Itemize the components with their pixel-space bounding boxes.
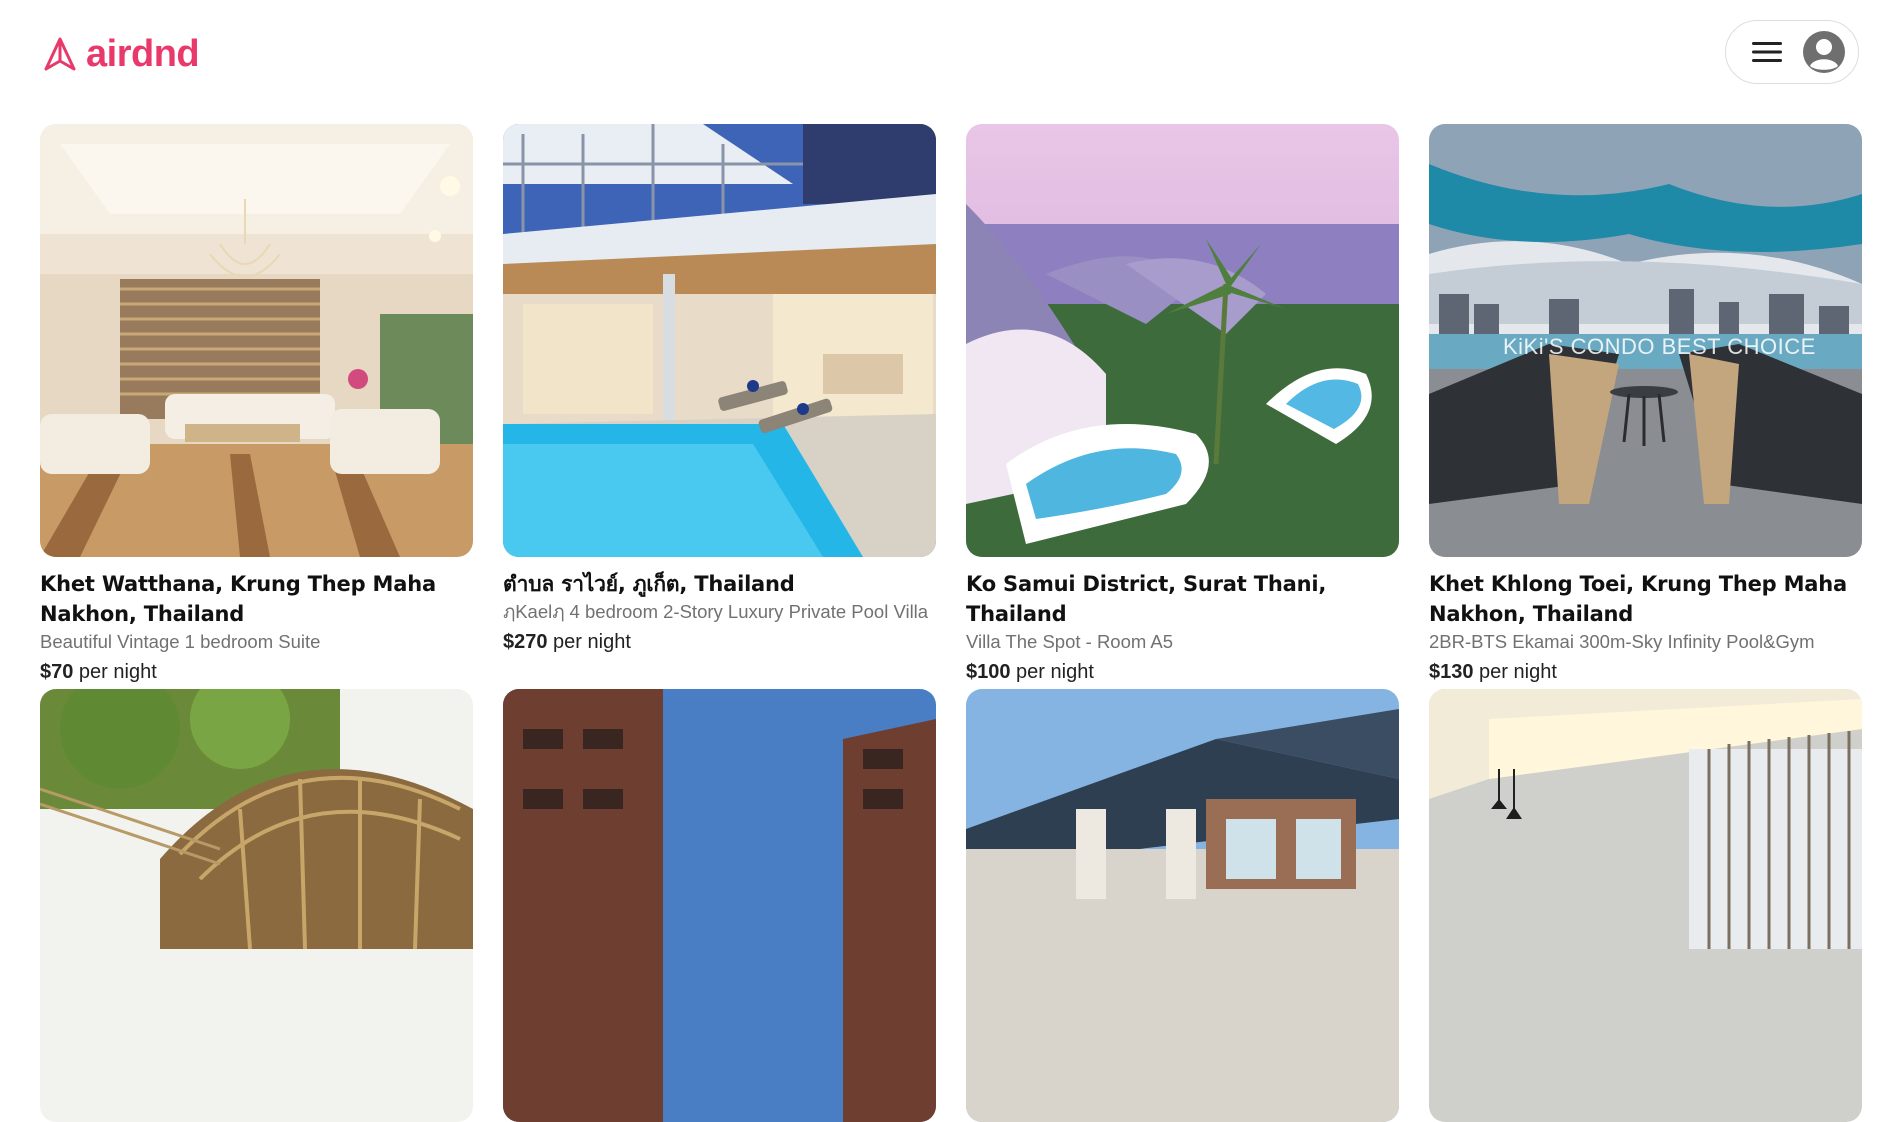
listing-photo[interactable] xyxy=(503,124,936,557)
listing-card[interactable]: KiKi'S CONDO BEST CHOICE Khet Khlong Toe… xyxy=(1429,124,1862,689)
user-menu-button[interactable] xyxy=(1725,20,1859,84)
modern-interior-photo xyxy=(1429,689,1862,1122)
price-suffix: per night xyxy=(1010,661,1094,683)
listing-card[interactable]: Ko Samui District, Surat Thani, Thailand… xyxy=(966,124,1399,689)
price-suffix: per night xyxy=(547,631,631,653)
listing-photo[interactable] xyxy=(1429,689,1862,1122)
listing-price: $270 per night xyxy=(503,625,936,659)
listing-title: Beautiful Vintage 1 bedroom Suite xyxy=(40,631,321,652)
listing-price: $70 per night xyxy=(40,655,473,689)
samui-villa-photo xyxy=(966,124,1399,557)
pool-villa-photo xyxy=(503,124,936,557)
listing-card[interactable] xyxy=(40,689,473,1122)
listing-card[interactable] xyxy=(966,689,1399,1122)
listing-card[interactable] xyxy=(1429,689,1862,1122)
listing-location: Khet Khlong Toei, Krung Thep Maha Nakhon… xyxy=(1429,572,1847,626)
listing-photo[interactable] xyxy=(966,124,1399,557)
lobby-photo xyxy=(40,124,473,557)
listing-title: ฦKaelฦ 4 bedroom 2-Story Luxury Private … xyxy=(503,601,929,622)
watermark-text: KiKi'S CONDO BEST CHOICE xyxy=(1503,334,1816,359)
listing-location: Ko Samui District, Surat Thani, Thailand xyxy=(966,572,1327,626)
listing-photo[interactable] xyxy=(40,689,473,1122)
listing-price: $100 per night xyxy=(966,655,1399,689)
listing-title: 2BR-BTS Ekamai 300m-Sky Infinity Pool&Gy… xyxy=(1429,631,1815,652)
listing-location: ตำบล ราไวย์, ภูเก็ต, Thailand xyxy=(503,572,795,596)
listing-title: Villa The Spot - Room A5 xyxy=(966,631,1174,652)
logo[interactable]: airdnd xyxy=(42,30,200,78)
listing-price: $130 per night xyxy=(1429,655,1862,689)
listing-photo[interactable]: KiKi'S CONDO BEST CHOICE xyxy=(1429,124,1862,557)
listing-card[interactable] xyxy=(503,689,936,1122)
price-amount: $100 xyxy=(966,661,1011,683)
header: airdnd xyxy=(0,0,1899,110)
listing-photo[interactable] xyxy=(503,689,936,1122)
hamburger-menu-icon xyxy=(1752,42,1782,62)
price-suffix: per night xyxy=(73,661,157,683)
listing-location: Khet Watthana, Krung Thep Maha Nakhon, T… xyxy=(40,572,436,626)
listing-photo[interactable] xyxy=(966,689,1399,1122)
brick-buildings-photo xyxy=(503,689,936,1122)
listing-card[interactable]: ตำบล ราไวย์, ภูเก็ต, Thailand ฦKaelฦ 4 b… xyxy=(503,124,936,689)
bamboo-house-photo xyxy=(40,689,473,1122)
logo-text: airdnd xyxy=(86,32,200,75)
price-amount: $130 xyxy=(1429,661,1474,683)
listing-photo[interactable] xyxy=(40,124,473,557)
user-avatar-icon xyxy=(1803,31,1845,73)
listing-card[interactable]: Khet Watthana, Krung Thep Maha Nakhon, T… xyxy=(40,124,473,689)
price-amount: $270 xyxy=(503,631,548,653)
tiled-roof-house-photo xyxy=(966,689,1399,1122)
price-suffix: per night xyxy=(1473,661,1557,683)
paper-plane-icon xyxy=(44,37,76,71)
price-amount: $70 xyxy=(40,661,74,683)
listings-grid: Khet Watthana, Krung Thep Maha Nakhon, T… xyxy=(40,124,1862,1122)
